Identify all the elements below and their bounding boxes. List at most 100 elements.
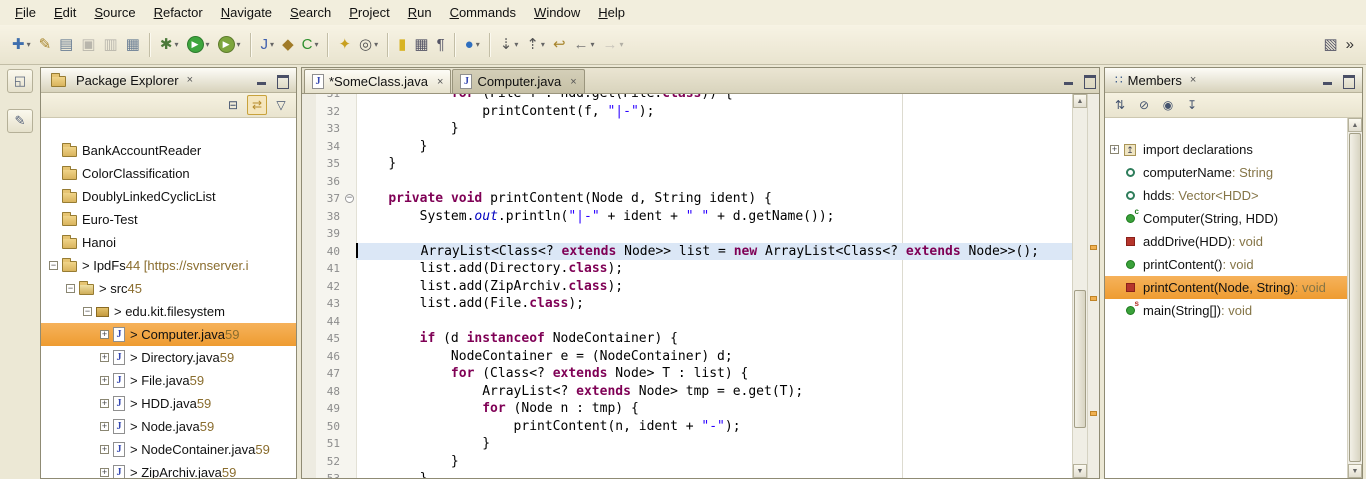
- new-untitled-text-file-icon[interactable]: ✎: [36, 32, 55, 58]
- tree-item-nodecontainer-java[interactable]: +J> NodeContainer.java 59: [41, 438, 296, 461]
- run-dropdown-icon[interactable]: ▾: [206, 40, 210, 49]
- code-text[interactable]: }: [357, 435, 1099, 453]
- minimize-view-icon[interactable]: [255, 74, 269, 87]
- debug-icon[interactable]: ✱▾: [157, 32, 182, 58]
- code-line-34[interactable]: 34 }: [302, 138, 1099, 156]
- code-line-43[interactable]: 43 list.add(File.class);: [302, 295, 1099, 313]
- code-text[interactable]: printContent(f, "|-");: [357, 103, 1099, 121]
- restore-views-icon[interactable]: ◱: [7, 69, 33, 93]
- maximize-editor-icon[interactable]: [1082, 74, 1096, 87]
- code-line-49[interactable]: 49 for (Node n : tmp) {: [302, 400, 1099, 418]
- code-line-45[interactable]: 45 if (d instanceof NodeContainer) {: [302, 330, 1099, 348]
- menu-commands[interactable]: Commands: [441, 2, 525, 23]
- show-whitespace-icon[interactable]: ¶: [434, 32, 448, 58]
- member-computer-string-hdd[interactable]: cComputer(String, HDD): [1105, 207, 1362, 230]
- expand-icon[interactable]: +: [100, 445, 109, 454]
- member-printcontent[interactable]: printContent() : void: [1105, 253, 1362, 276]
- tree-item-hanoi[interactable]: Hanoi: [41, 231, 296, 254]
- code-line-47[interactable]: 47 for (Class<? extends Node> T : list) …: [302, 365, 1099, 383]
- new-java-project-icon[interactable]: J▾: [258, 32, 278, 58]
- tree-item-euro-test[interactable]: Euro-Test: [41, 208, 296, 231]
- collapse-fold-icon[interactable]: −: [345, 194, 354, 203]
- next-annotation-icon[interactable]: ⇣▾: [497, 32, 522, 58]
- code-text[interactable]: list.add(Directory.class);: [357, 260, 1099, 278]
- tree-item-hdd-java[interactable]: +J> HDD.java 59: [41, 392, 296, 415]
- code-line-48[interactable]: 48 ArrayList<? extends Node> tmp = e.get…: [302, 383, 1099, 401]
- code-text[interactable]: for (File f : hdd.get(File.class)) {: [357, 94, 1099, 103]
- code-line-40[interactable]: 40 ArrayList<Class<? extends Node>> list…: [302, 243, 1099, 261]
- code-text[interactable]: System.out.println("|-" + ident + " " + …: [357, 208, 1099, 226]
- web-browser-icon[interactable]: ●▾: [462, 32, 483, 58]
- hide-static-members-icon[interactable]: ◉: [1158, 95, 1178, 115]
- code-text[interactable]: if (d instanceof NodeContainer) {: [357, 330, 1099, 348]
- code-text[interactable]: }: [357, 155, 1099, 173]
- new-wizard-dropdown-icon[interactable]: ▾: [27, 40, 31, 49]
- expand-icon[interactable]: +: [100, 468, 109, 477]
- code-text[interactable]: }: [357, 138, 1099, 156]
- menu-run[interactable]: Run: [399, 2, 441, 23]
- code-line-37[interactable]: 37− private void printContent(Node d, St…: [302, 190, 1099, 208]
- web-browser-dropdown-icon[interactable]: ▾: [476, 40, 480, 49]
- expand-icon[interactable]: +: [100, 399, 109, 408]
- code-text[interactable]: [357, 313, 1099, 331]
- code-text[interactable]: [357, 173, 1099, 191]
- mark-occurrences-icon[interactable]: ▮: [395, 32, 409, 58]
- back-icon[interactable]: ←▾: [571, 32, 598, 58]
- close-view-icon[interactable]: ×: [1190, 74, 1196, 86]
- tree-item-file-java[interactable]: +J> File.java 59: [41, 369, 296, 392]
- tree-item-edu-kit-filesystem[interactable]: −> edu.kit.filesystem: [41, 300, 296, 323]
- tree-item-colorclassification[interactable]: ColorClassification: [41, 162, 296, 185]
- menu-file[interactable]: File: [6, 2, 45, 23]
- scroll-up-icon[interactable]: ▲: [1348, 118, 1362, 132]
- hide-non-public-members-icon[interactable]: ↧: [1182, 95, 1202, 115]
- new-java-package-icon[interactable]: ◆: [279, 32, 297, 58]
- collapse-icon[interactable]: −: [49, 261, 58, 270]
- code-text[interactable]: NodeContainer e = (NodeContainer) d;: [357, 348, 1099, 366]
- code-line-44[interactable]: 44: [302, 313, 1099, 331]
- open-perspective-icon[interactable]: ▧: [1320, 32, 1340, 58]
- code-line-51[interactable]: 51 }: [302, 435, 1099, 453]
- code-text[interactable]: [357, 225, 1099, 243]
- search-icon[interactable]: ✦: [335, 32, 354, 58]
- members-tab[interactable]: ∷ Members ×: [1109, 72, 1202, 89]
- code-text[interactable]: printContent(n, ident + "-");: [357, 418, 1099, 436]
- fast-view-icon[interactable]: ✎: [7, 109, 33, 133]
- code-text[interactable]: for (Node n : tmp) {: [357, 400, 1099, 418]
- minimize-view-icon[interactable]: [1321, 74, 1335, 87]
- code-line-32[interactable]: 32 printContent(f, "|-");: [302, 103, 1099, 121]
- code-line-31[interactable]: 31 for (File f : hdd.get(File.class)) {: [302, 94, 1099, 103]
- expand-icon[interactable]: +: [1110, 145, 1119, 154]
- occurrence-marker[interactable]: [1090, 245, 1097, 250]
- hide-fields-icon[interactable]: ⊘: [1134, 95, 1154, 115]
- code-line-52[interactable]: 52 }: [302, 453, 1099, 471]
- code-text[interactable]: list.add(ZipArchiv.class);: [357, 278, 1099, 296]
- code-text[interactable]: }: [357, 453, 1099, 471]
- package-explorer-tab[interactable]: Package Explorer ×: [45, 72, 199, 89]
- code-line-35[interactable]: 35 }: [302, 155, 1099, 173]
- next-annotation-dropdown-icon[interactable]: ▾: [514, 40, 518, 49]
- link-with-editor-icon[interactable]: ⇄: [247, 95, 267, 115]
- menu-refactor[interactable]: Refactor: [145, 2, 212, 23]
- collapse-icon[interactable]: −: [83, 307, 92, 316]
- member-import-declarations[interactable]: +↥import declarations: [1105, 138, 1362, 161]
- tree-item-src[interactable]: −> src 45: [41, 277, 296, 300]
- minimize-editor-icon[interactable]: [1062, 74, 1076, 87]
- tree-item-doublylinkedcycliclist[interactable]: DoublyLinkedCyclicList: [41, 185, 296, 208]
- maximize-view-icon[interactable]: [1341, 74, 1355, 87]
- members-scrollbar-thumb[interactable]: [1349, 133, 1361, 462]
- editor-tab-someclass-java[interactable]: J*SomeClass.java×: [304, 69, 451, 93]
- coverage-icon[interactable]: ▶▾: [215, 32, 244, 58]
- occurrence-marker[interactable]: [1090, 411, 1097, 416]
- code-text[interactable]: ArrayList<? extends Node> tmp = e.get(T)…: [357, 383, 1099, 401]
- code-line-53[interactable]: 53 }: [302, 470, 1099, 478]
- collapse-all-icon[interactable]: ⊟: [223, 95, 243, 115]
- new-java-class-dropdown-icon[interactable]: ▾: [314, 40, 318, 49]
- expand-icon[interactable]: +: [100, 422, 109, 431]
- code-line-41[interactable]: 41 list.add(Directory.class);: [302, 260, 1099, 278]
- code-text[interactable]: }: [357, 120, 1099, 138]
- code-text[interactable]: private void printContent(Node d, String…: [357, 190, 1099, 208]
- editor-vertical-scrollbar[interactable]: ▲ ▼: [1072, 94, 1087, 478]
- code-line-50[interactable]: 50 printContent(n, ident + "-");: [302, 418, 1099, 436]
- build-all-icon[interactable]: ▦: [123, 32, 143, 58]
- tree-item-ziparchiv-java[interactable]: +J> ZipArchiv.java 59: [41, 461, 296, 478]
